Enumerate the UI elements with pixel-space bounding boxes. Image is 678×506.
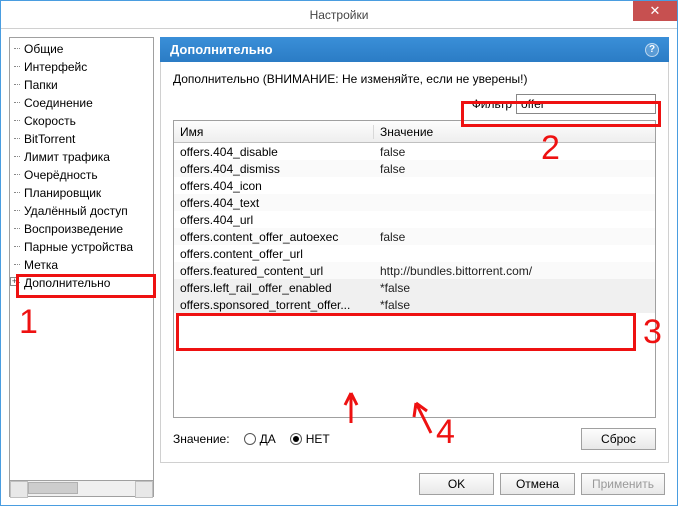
table-row[interactable]: offers.content_offer_autoexecfalse xyxy=(174,228,655,245)
main-panel: Дополнительно ? Дополнительно (ВНИМАНИЕ:… xyxy=(160,37,669,497)
table-row[interactable]: offers.404_disablefalse xyxy=(174,143,655,160)
filter-input[interactable] xyxy=(516,94,656,114)
warning-text: Дополнительно (ВНИМАНИЕ: Не изменяйте, е… xyxy=(173,72,656,86)
sidebar-item-folders[interactable]: Папки xyxy=(10,76,153,94)
sidebar-item-interface[interactable]: Интерфейс xyxy=(10,58,153,76)
ok-button[interactable]: OK xyxy=(419,473,494,495)
sidebar-item-bittorrent[interactable]: BitTorrent xyxy=(10,130,153,148)
sidebar-scrollbar[interactable] xyxy=(9,481,154,497)
filter-label: Фильтр xyxy=(472,97,512,111)
settings-window: Настройки ✕ Общие Интерфейс Папки Соедин… xyxy=(0,0,678,506)
table-row[interactable]: offers.left_rail_offer_enabled*false xyxy=(174,279,655,296)
radio-icon xyxy=(244,433,256,445)
sidebar-tree[interactable]: Общие Интерфейс Папки Соединение Скорост… xyxy=(9,37,154,481)
col-value[interactable]: Значение xyxy=(374,125,655,139)
sidebar-item-limit[interactable]: Лимит трафика xyxy=(10,148,153,166)
table-row[interactable]: offers.404_dismissfalse xyxy=(174,160,655,177)
sidebar-wrap: Общие Интерфейс Папки Соединение Скорост… xyxy=(9,37,154,497)
reset-button[interactable]: Сброс xyxy=(581,428,656,450)
footer: OK Отмена Применить xyxy=(160,463,669,497)
radio-icon xyxy=(290,433,302,445)
apply-button[interactable]: Применить xyxy=(581,473,665,495)
filter-row: Фильтр xyxy=(173,94,656,114)
radio-no[interactable]: НЕТ xyxy=(290,432,330,446)
body: Общие Интерфейс Папки Соединение Скорост… xyxy=(1,29,677,505)
help-icon[interactable]: ? xyxy=(645,43,659,57)
sidebar-item-label[interactable]: Метка xyxy=(10,256,153,274)
expand-icon[interactable]: + xyxy=(10,277,19,286)
table-row[interactable]: offers.featured_content_urlhttp://bundle… xyxy=(174,262,655,279)
table-body[interactable]: offers.404_disablefalse offers.404_dismi… xyxy=(174,143,655,417)
sidebar-item-general[interactable]: Общие xyxy=(10,40,153,58)
titlebar: Настройки ✕ xyxy=(1,1,677,29)
close-button[interactable]: ✕ xyxy=(633,1,677,21)
window-title: Настройки xyxy=(310,8,369,22)
sidebar-item-remote[interactable]: Удалённый доступ xyxy=(10,202,153,220)
table-row[interactable]: offers.404_url xyxy=(174,211,655,228)
table-row[interactable]: offers.sponsored_torrent_offer...*false xyxy=(174,296,655,313)
radio-yes[interactable]: ДА xyxy=(244,432,276,446)
sidebar-item-paired[interactable]: Парные устройства xyxy=(10,238,153,256)
sidebar-item-queue[interactable]: Очерёдность xyxy=(10,166,153,184)
sidebar-item-scheduler[interactable]: Планировщик xyxy=(10,184,153,202)
sidebar-item-playback[interactable]: Воспроизведение xyxy=(10,220,153,238)
cancel-button[interactable]: Отмена xyxy=(500,473,575,495)
scrollbar-thumb[interactable] xyxy=(28,482,78,494)
table-row[interactable]: offers.404_icon xyxy=(174,177,655,194)
sidebar-item-advanced[interactable]: + Дополнительно xyxy=(10,274,153,292)
panel-title: Дополнительно xyxy=(170,42,273,57)
panel-header: Дополнительно ? xyxy=(160,37,669,62)
table-row[interactable]: offers.content_offer_url xyxy=(174,245,655,262)
value-row: Значение: ДА НЕТ Сброс xyxy=(173,418,656,454)
panel-body: Дополнительно (ВНИМАНИЕ: Не изменяйте, е… xyxy=(160,62,669,463)
sidebar-item-speed[interactable]: Скорость xyxy=(10,112,153,130)
table-header: Имя Значение xyxy=(174,121,655,143)
settings-table: Имя Значение offers.404_disablefalse off… xyxy=(173,120,656,418)
col-name[interactable]: Имя xyxy=(174,125,374,139)
value-label: Значение: xyxy=(173,432,230,446)
sidebar-item-connection[interactable]: Соединение xyxy=(10,94,153,112)
table-row[interactable]: offers.404_text xyxy=(174,194,655,211)
